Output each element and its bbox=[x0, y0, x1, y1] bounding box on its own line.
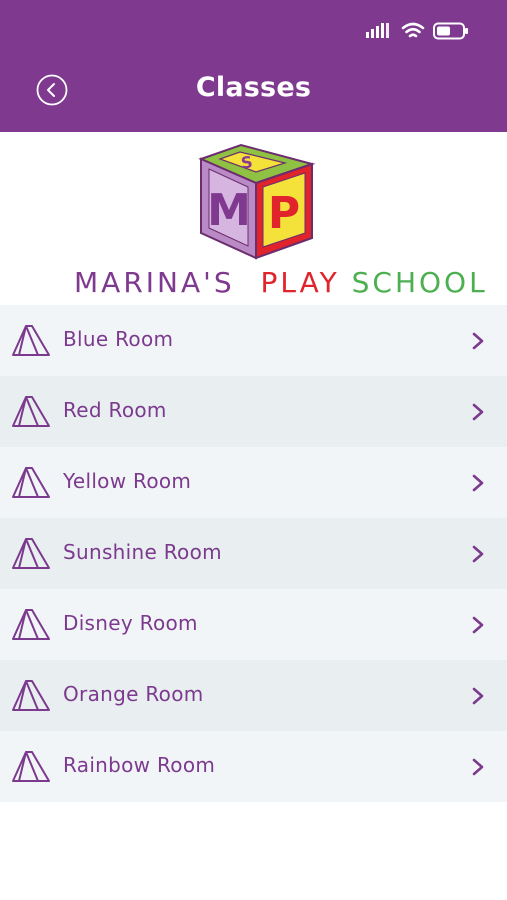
tent-icon bbox=[12, 680, 50, 711]
logo-word-school: SCHOOL bbox=[352, 266, 488, 299]
logo-word-play: PLAY bbox=[261, 266, 340, 299]
wifi-icon bbox=[401, 22, 425, 38]
app-header: Classes bbox=[0, 0, 507, 132]
chevron-right-icon bbox=[472, 474, 484, 492]
class-label: Yellow Room bbox=[63, 469, 192, 493]
page-title: Classes bbox=[195, 72, 312, 103]
status-bar bbox=[365, 20, 469, 42]
class-label: Sunshine Room bbox=[63, 540, 222, 564]
class-list: Blue Room Red Room Yellow Room Sunshine … bbox=[0, 305, 507, 802]
tent-icon bbox=[12, 609, 50, 640]
class-row-red-room[interactable]: Red Room bbox=[0, 376, 507, 447]
chevron-right-icon bbox=[472, 332, 484, 350]
chevron-right-icon bbox=[472, 687, 484, 705]
tent-icon bbox=[12, 467, 50, 498]
tent-icon bbox=[12, 396, 50, 427]
school-logo: S M P MARINA'S PLAY SCHOOL bbox=[74, 143, 488, 299]
chevron-right-icon bbox=[472, 545, 484, 563]
class-label: Rainbow Room bbox=[63, 753, 216, 777]
chevron-right-icon bbox=[472, 403, 484, 421]
class-row-orange-room[interactable]: Orange Room bbox=[0, 660, 507, 731]
chevron-right-icon bbox=[472, 758, 484, 776]
class-label: Disney Room bbox=[63, 611, 198, 635]
class-row-sunshine-room[interactable]: Sunshine Room bbox=[0, 518, 507, 589]
logo-left-letter: M bbox=[207, 185, 251, 236]
class-label: Red Room bbox=[63, 398, 167, 422]
tent-icon bbox=[12, 325, 50, 356]
tent-icon bbox=[12, 538, 50, 569]
class-row-rainbow-room[interactable]: Rainbow Room bbox=[0, 731, 507, 802]
tent-icon bbox=[12, 751, 50, 782]
logo-right-letter: P bbox=[268, 188, 300, 239]
class-label: Orange Room bbox=[63, 682, 204, 706]
class-row-blue-room[interactable]: Blue Room bbox=[0, 305, 507, 376]
battery-icon bbox=[433, 22, 468, 40]
logo-word-marinas: MARINA'S bbox=[74, 266, 235, 299]
signal-icon bbox=[366, 23, 389, 38]
chevron-right-icon bbox=[472, 616, 484, 634]
svg-text:MARINA'S PLAY SCHOOL: MARINA'S PLAY SCHOOL bbox=[74, 266, 488, 299]
class-label: Blue Room bbox=[63, 327, 174, 351]
class-row-yellow-room[interactable]: Yellow Room bbox=[0, 447, 507, 518]
class-row-disney-room[interactable]: Disney Room bbox=[0, 589, 507, 660]
